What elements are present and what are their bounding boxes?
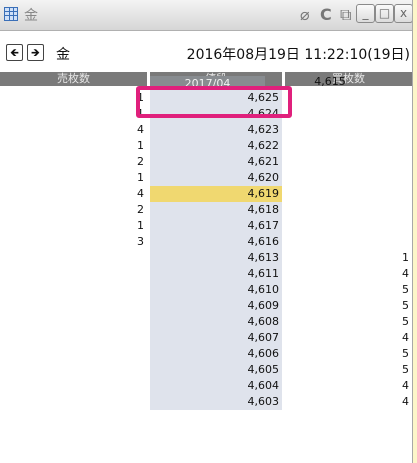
ladder-row[interactable]: 2 4,618 <box>0 202 412 218</box>
buy-cell[interactable]: 4 <box>282 266 412 282</box>
ladder-row[interactable]: 3 4,616 <box>0 234 412 250</box>
buy-cell[interactable]: 5 <box>282 346 412 362</box>
sell-cell[interactable] <box>0 362 147 378</box>
ladder-row[interactable]: 1 4,620 <box>0 170 412 186</box>
price-cell[interactable]: 4,606 <box>150 346 282 362</box>
price-cell[interactable]: 4,609 <box>150 298 282 314</box>
sell-cell[interactable]: 4 <box>0 186 147 202</box>
buy-cell[interactable]: 5 <box>282 282 412 298</box>
price-cell[interactable]: 4,621 <box>150 154 282 170</box>
ladder-row[interactable]: 4,604 4 <box>0 378 412 394</box>
sell-cell[interactable] <box>0 346 147 362</box>
pin-icon[interactable]: ⌀ <box>300 5 310 24</box>
sell-cell[interactable]: 1 <box>0 218 147 234</box>
refresh-icon[interactable]: C <box>320 5 332 24</box>
first-buy-price: 4,615 <box>314 75 346 88</box>
grid-app-icon <box>4 7 18 21</box>
sell-cell[interactable]: 2 <box>0 154 147 170</box>
header-sell[interactable]: 売枚数 <box>0 72 147 86</box>
ladder-row[interactable]: 4 4,619 <box>0 186 412 202</box>
buy-cell[interactable]: 5 <box>282 298 412 314</box>
ladder-row[interactable]: 4,603 4 <box>0 394 412 410</box>
buy-cell[interactable]: 5 <box>282 314 412 330</box>
sell-cell[interactable] <box>0 330 147 346</box>
symbol-name: 金 <box>56 47 70 63</box>
ladder-row[interactable]: 4,609 5 <box>0 298 412 314</box>
buy-cell[interactable] <box>282 234 412 250</box>
back-arrow-icon[interactable]: 🡸 <box>6 44 23 61</box>
ladder-row[interactable]: 4,610 5 <box>0 282 412 298</box>
buy-cell[interactable]: 4 <box>282 330 412 346</box>
buy-cell[interactable] <box>282 122 412 138</box>
price-cell[interactable]: 4,617 <box>150 218 282 234</box>
buy-cell[interactable] <box>282 138 412 154</box>
buy-cell[interactable] <box>282 154 412 170</box>
buy-cell[interactable]: 4 <box>282 378 412 394</box>
toolbar: 🡸 🡺 金 2016年08月19日 11:22:10(19日) <box>0 41 412 67</box>
sell-cell[interactable]: 1 <box>0 170 147 186</box>
ladder-row[interactable]: 1 4,624 <box>0 106 412 122</box>
board-window: 金 ⌀ C ⧉ _ □ x 🡸 🡺 金 2016年08月19日 11:22:10… <box>0 0 413 463</box>
price-cell[interactable]: 4,613 <box>150 250 282 266</box>
ladder-row[interactable]: 2 4,621 <box>0 154 412 170</box>
buy-cell[interactable]: 1 <box>282 250 412 266</box>
sell-cell[interactable]: 1 <box>0 106 147 122</box>
minimize-button[interactable]: _ <box>356 4 375 23</box>
sell-cell[interactable] <box>0 298 147 314</box>
price-cell[interactable]: 4,623 <box>150 122 282 138</box>
sell-cell[interactable]: 4 <box>0 122 147 138</box>
maximize-button[interactable]: □ <box>375 4 394 23</box>
price-cell[interactable]: 4,622 <box>150 138 282 154</box>
ladder-row[interactable]: 4,606 5 <box>0 346 412 362</box>
forward-arrow-icon[interactable]: 🡺 <box>27 44 44 61</box>
price-cell[interactable]: 4,608 <box>150 314 282 330</box>
sell-cell[interactable]: 3 <box>0 234 147 250</box>
price-cell[interactable]: 4,604 <box>150 378 282 394</box>
sell-cell[interactable] <box>0 378 147 394</box>
sell-cell[interactable] <box>0 282 147 298</box>
buy-cell[interactable]: 5 <box>282 362 412 378</box>
price-cell[interactable]: 4,616 <box>150 234 282 250</box>
price-cell[interactable]: 4,624 <box>150 106 282 122</box>
ladder-row[interactable]: 1 4,622 <box>0 138 412 154</box>
price-cell[interactable]: 4,620 <box>150 170 282 186</box>
price-cell[interactable]: 4,607 <box>150 330 282 346</box>
sell-cell[interactable] <box>0 266 147 282</box>
price-cell[interactable]: 4,619 <box>150 186 282 202</box>
ladder-row[interactable]: 4,611 4 <box>0 266 412 282</box>
sell-cell[interactable]: 2 <box>0 202 147 218</box>
buy-cell[interactable] <box>282 170 412 186</box>
price-cell[interactable]: 4,618 <box>150 202 282 218</box>
price-cell[interactable]: 4,610 <box>150 282 282 298</box>
price-cell[interactable]: 4,625 <box>150 90 282 106</box>
sell-cell[interactable] <box>0 394 147 410</box>
ladder-row[interactable]: 4,607 4 <box>0 330 412 346</box>
ladder-row[interactable]: 1 4,617 <box>0 218 412 234</box>
title-bar[interactable]: 金 ⌀ C ⧉ _ □ x <box>0 0 412 31</box>
sell-cell[interactable]: 1 <box>0 138 147 154</box>
buy-cell[interactable] <box>282 218 412 234</box>
price-cell[interactable]: 4,605 <box>150 362 282 378</box>
sell-cell[interactable] <box>0 314 147 330</box>
window-title: 金 <box>24 8 38 24</box>
buy-cell[interactable] <box>282 90 412 106</box>
sell-cell[interactable]: 1 <box>0 90 147 106</box>
ladder-row[interactable]: 4,605 5 <box>0 362 412 378</box>
buy-cell[interactable] <box>282 106 412 122</box>
ladder-row[interactable]: 4,613 1 <box>0 250 412 266</box>
sell-cell[interactable] <box>0 250 147 266</box>
ladder-row[interactable]: 1 4,625 <box>0 90 412 106</box>
ladder-row[interactable]: 4 4,623 <box>0 122 412 138</box>
close-button[interactable]: x <box>394 4 412 23</box>
ladder-row[interactable]: 4,608 5 <box>0 314 412 330</box>
price-cell[interactable]: 4,603 <box>150 394 282 410</box>
price-cell[interactable]: 4,611 <box>150 266 282 282</box>
buy-cell[interactable] <box>282 186 412 202</box>
buy-cell[interactable] <box>282 202 412 218</box>
timestamp: 2016年08月19日 11:22:10(19日) <box>186 47 410 63</box>
copy-icon[interactable]: ⧉ <box>340 5 351 25</box>
buy-cell[interactable]: 4 <box>282 394 412 410</box>
